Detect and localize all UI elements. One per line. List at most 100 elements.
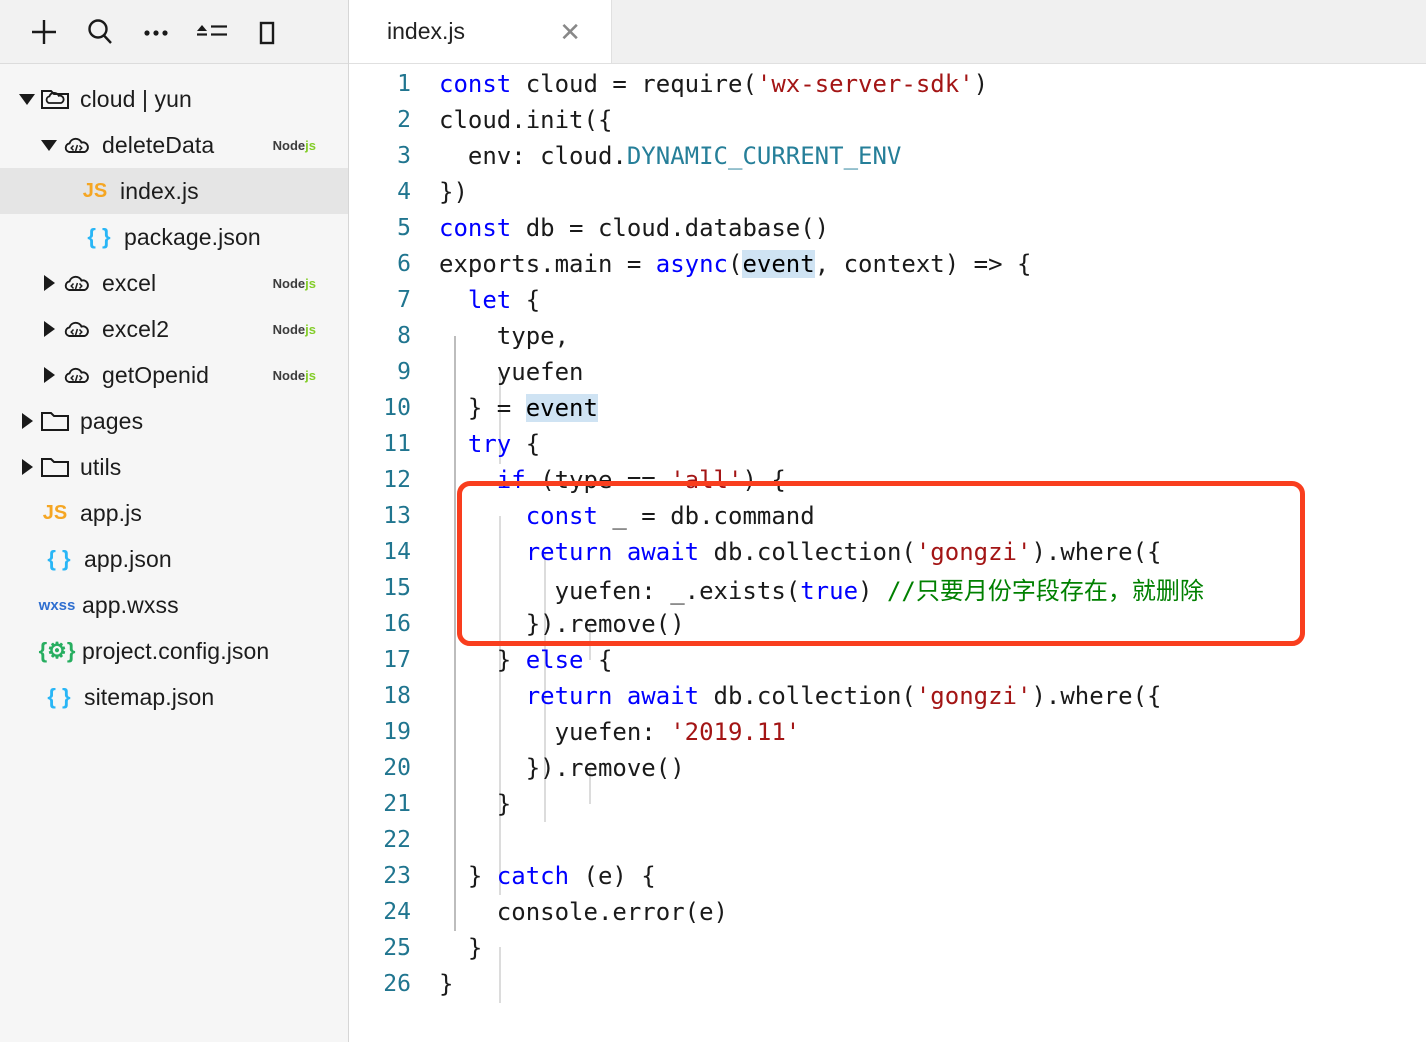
file-tree: cloud | yun deleteData Nodejs JS index.j… bbox=[0, 64, 348, 1042]
code-line[interactable]: 15 yuefen: _.exists(true) //只要月份字段存在，就删除 bbox=[349, 570, 1426, 606]
code-line[interactable]: 18 return await db.collection('gongzi').… bbox=[349, 678, 1426, 714]
code-line[interactable]: 14 return await db.collection('gongzi').… bbox=[349, 534, 1426, 570]
code-content[interactable]: 1 const cloud = require('wx-server-sdk') 2… bbox=[349, 64, 1426, 1042]
tree-item-index-js[interactable]: JS index.js bbox=[0, 168, 348, 214]
chevron-right-icon[interactable] bbox=[38, 318, 60, 340]
code-line[interactable]: 9 yuefen bbox=[349, 354, 1426, 390]
line-number: 2 bbox=[397, 107, 411, 133]
code-token: return bbox=[525, 682, 613, 710]
tree-item-sitemap-json[interactable]: { } sitemap.json bbox=[0, 674, 348, 720]
panel-toggle-button[interactable] bbox=[240, 10, 296, 54]
tab-index-js[interactable]: index.js ✕ bbox=[349, 0, 612, 63]
code-token: } bbox=[439, 790, 512, 818]
close-icon[interactable]: ✕ bbox=[555, 19, 585, 45]
tree-item-utils[interactable]: utils bbox=[0, 444, 348, 490]
line-number: 5 bbox=[397, 215, 411, 241]
line-number: 26 bbox=[383, 971, 411, 997]
code-token: db.collection( bbox=[699, 538, 916, 566]
tree-item-label: getOpenid bbox=[102, 361, 210, 388]
code-token: await bbox=[626, 538, 700, 566]
tree-item-excel2[interactable]: excel2 Nodejs bbox=[0, 306, 348, 352]
tree-item-pages[interactable]: pages bbox=[0, 398, 348, 444]
code-line[interactable]: 2 cloud.init({ bbox=[349, 102, 1426, 138]
code-token: ).where({ bbox=[1031, 682, 1162, 710]
chevron-down-icon[interactable] bbox=[38, 134, 60, 156]
code-token: yuefen: _.exists( bbox=[439, 576, 801, 605]
code-line[interactable]: 1 const cloud = require('wx-server-sdk') bbox=[349, 66, 1426, 102]
code-line[interactable]: 17 } else { bbox=[349, 642, 1426, 678]
sort-button[interactable] bbox=[184, 10, 240, 54]
code-token: event bbox=[525, 394, 598, 422]
code-line[interactable]: 7 let { bbox=[349, 282, 1426, 318]
code-line[interactable]: 24 console.error(e) bbox=[349, 894, 1426, 930]
code-token: db = cloud.database() bbox=[511, 214, 830, 242]
code-text: env: cloud.DYNAMIC_CURRENT_ENV bbox=[425, 142, 902, 170]
code-line[interactable]: 25 } bbox=[349, 930, 1426, 966]
chevron-right-icon[interactable] bbox=[38, 364, 60, 386]
tree-item-project-config-json[interactable]: {⚙} project.config.json bbox=[0, 628, 348, 674]
chevron-right-icon[interactable] bbox=[16, 410, 38, 432]
code-text: return await db.collection('gongzi').whe… bbox=[425, 682, 1162, 710]
code-line[interactable]: 4}) bbox=[349, 174, 1426, 210]
code-token: } bbox=[439, 934, 483, 962]
line-number: 3 bbox=[397, 143, 411, 169]
code-token: ) bbox=[858, 576, 887, 605]
code-token: //只要月份字段存在，就删除 bbox=[886, 576, 1204, 605]
tree-item-excel[interactable]: excel Nodejs bbox=[0, 260, 348, 306]
code-line[interactable]: 3 env: cloud.DYNAMIC_CURRENT_ENV bbox=[349, 138, 1426, 174]
chevron-down-icon[interactable] bbox=[16, 88, 38, 110]
code-line[interactable]: 22 bbox=[349, 822, 1426, 858]
tree-item-label: app.json bbox=[84, 545, 172, 572]
code-token: try bbox=[467, 430, 512, 458]
more-options-button[interactable] bbox=[128, 10, 184, 54]
tree-item-getOpenid[interactable]: getOpenid Nodejs bbox=[0, 352, 348, 398]
chevron-right-icon[interactable] bbox=[16, 456, 38, 478]
code-line[interactable]: 12 if (type == 'all') { bbox=[349, 462, 1426, 498]
tree-item-deleteData[interactable]: deleteData Nodejs bbox=[0, 122, 348, 168]
code-token: 'gongzi' bbox=[915, 682, 1032, 710]
chevron-right-icon[interactable] bbox=[38, 272, 60, 294]
tree-item-package-json[interactable]: { } package.json bbox=[0, 214, 348, 260]
code-line[interactable]: 13 const _ = db.command bbox=[349, 498, 1426, 534]
code-line[interactable]: 26} bbox=[349, 966, 1426, 1002]
cloud-function-icon bbox=[60, 360, 94, 390]
tree-item-app-js[interactable]: JS app.js bbox=[0, 490, 348, 536]
tree-item-cloud[interactable]: cloud | yun bbox=[0, 76, 348, 122]
code-line[interactable]: 10 } = event bbox=[349, 390, 1426, 426]
tree-item-label: index.js bbox=[120, 177, 199, 204]
json-icon: { } bbox=[47, 546, 71, 571]
code-token: { bbox=[511, 286, 541, 314]
code-line[interactable]: 23 } catch (e) { bbox=[349, 858, 1426, 894]
code-line[interactable]: 21 } bbox=[349, 786, 1426, 822]
code-text: yuefen: _.exists(true) //只要月份字段存在，就删除 bbox=[425, 571, 1204, 606]
line-number: 22 bbox=[383, 827, 411, 853]
code-line[interactable]: 20 }).remove() bbox=[349, 750, 1426, 786]
code-token: }).remove() bbox=[439, 754, 685, 782]
tree-item-app-json[interactable]: { } app.json bbox=[0, 536, 348, 582]
search-button[interactable] bbox=[72, 10, 128, 54]
code-editor-pane: index.js ✕ 1 const cloud = require('wx-se… bbox=[349, 0, 1426, 1042]
code-line[interactable]: 5 const db = cloud.database() bbox=[349, 210, 1426, 246]
folder-icon bbox=[38, 452, 72, 482]
code-token: catch bbox=[496, 862, 570, 890]
code-token: _ = db.command bbox=[597, 502, 815, 530]
code-line[interactable]: 11 try { bbox=[349, 426, 1426, 462]
code-text: } else { bbox=[425, 646, 613, 674]
code-token: }) bbox=[439, 178, 468, 206]
line-number: 20 bbox=[383, 755, 411, 781]
code-line[interactable]: 19 yuefen: '2019.11' bbox=[349, 714, 1426, 750]
code-line[interactable]: 16 }).remove() bbox=[349, 606, 1426, 642]
add-file-button[interactable] bbox=[16, 10, 72, 54]
code-token: true bbox=[800, 576, 859, 605]
code-text: type, bbox=[425, 322, 569, 350]
code-token: ( bbox=[728, 250, 743, 278]
code-line[interactable]: 8 type, bbox=[349, 318, 1426, 354]
line-number: 13 bbox=[383, 503, 411, 529]
line-number: 11 bbox=[383, 431, 411, 457]
tree-item-label: app.wxss bbox=[82, 591, 179, 618]
code-token: db.collection( bbox=[699, 682, 916, 710]
code-line[interactable]: 6 exports.main = async(event, context) =>… bbox=[349, 246, 1426, 282]
tree-item-app-wxss[interactable]: wxss app.wxss bbox=[0, 582, 348, 628]
